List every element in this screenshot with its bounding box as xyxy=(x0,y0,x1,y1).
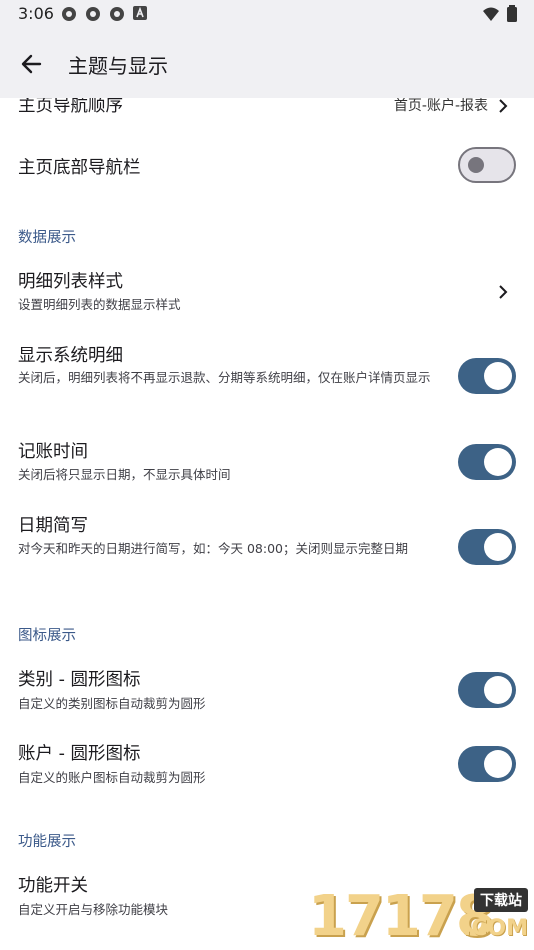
setting-category-round[interactable]: 类别 - 圆形图标 自定义的类别图标自动裁剪为圆形 xyxy=(0,656,534,722)
gear-icon xyxy=(84,5,102,23)
setting-title: 主页底部导航栏 xyxy=(18,158,141,178)
status-time: 3:06 xyxy=(18,4,54,23)
setting-title: 主页导航顺序 xyxy=(18,98,123,116)
setting-account-round[interactable]: 账户 - 圆形图标 自定义的账户图标自动裁剪为圆形 xyxy=(0,730,534,796)
setting-show-system-detail[interactable]: 显示系统明细 关闭后，明细列表将不再显示退款、分期等系统明细，仅在账户详情页显示 xyxy=(0,334,534,420)
wifi-icon xyxy=(482,5,500,27)
setting-title: 明细列表样式 xyxy=(18,272,123,292)
setting-subtitle: 自定义的账户图标自动裁剪为圆形 xyxy=(18,770,206,785)
setting-date-short[interactable]: 日期简写 对今天和昨天的日期进行简写，如：今天 08:00；关闭则显示完整日期 xyxy=(0,506,534,592)
watermark-logo: 17178 下载站 .COM xyxy=(308,884,534,950)
category-round-switch[interactable] xyxy=(458,672,516,708)
switch-knob xyxy=(484,750,512,778)
section-header-icons: 图标展示 xyxy=(18,628,76,644)
chevron-right-icon xyxy=(496,284,510,299)
system-icons xyxy=(482,5,518,27)
setting-title: 账户 - 圆形图标 xyxy=(18,744,141,764)
setting-title: 记账时间 xyxy=(18,442,88,462)
setting-subtitle: 对今天和昨天的日期进行简写，如：今天 08:00；关闭则显示完整日期 xyxy=(18,541,408,556)
switch-knob xyxy=(484,362,512,390)
setting-home-nav-order[interactable]: 主页导航顺序 首页-账户-报表 xyxy=(0,98,534,136)
setting-home-bottom-nav[interactable]: 主页底部导航栏 xyxy=(0,136,534,194)
watermark-suffix: .COM xyxy=(462,916,528,941)
setting-title: 显示系统明细 xyxy=(18,346,123,366)
setting-subtitle: 自定义的类别图标自动裁剪为圆形 xyxy=(18,696,206,711)
section-header-features: 功能展示 xyxy=(18,834,76,850)
setting-subtitle: 设置明细列表的数据显示样式 xyxy=(18,297,181,312)
page-title: 主题与显示 xyxy=(68,54,168,78)
setting-subtitle: 关闭后，明细列表将不再显示退款、分期等系统明细，仅在账户详情页显示 xyxy=(18,370,431,385)
section-header-data: 数据展示 xyxy=(18,230,76,246)
home-bottom-nav-switch[interactable] xyxy=(458,147,516,183)
date-short-switch[interactable] xyxy=(458,529,516,565)
gear-icon xyxy=(60,5,78,23)
arrow-back-icon[interactable] xyxy=(18,50,46,78)
setting-detail-list-style[interactable]: 明细列表样式 设置明细列表的数据显示样式 xyxy=(0,258,534,328)
setting-title: 日期简写 xyxy=(18,516,88,536)
switch-knob xyxy=(484,676,512,704)
notification-icons xyxy=(60,5,150,23)
setting-title: 类别 - 圆形图标 xyxy=(18,670,141,690)
app-bar: 主题与显示 xyxy=(0,28,534,98)
watermark-badge: 下载站 xyxy=(474,888,528,912)
switch-knob xyxy=(484,533,512,561)
battery-icon xyxy=(506,5,518,27)
account-round-switch[interactable] xyxy=(458,746,516,782)
setting-value: 首页-账户-报表 xyxy=(393,98,488,114)
settings-list[interactable]: 主页导航顺序 首页-账户-报表 主页底部导航栏 数据展示 明细列表样式 设置明细… xyxy=(0,98,534,950)
chevron-right-icon xyxy=(496,98,510,113)
gear-icon xyxy=(108,5,126,23)
a-badge-icon xyxy=(132,5,150,23)
setting-subtitle: 关闭后将只显示日期，不显示具体时间 xyxy=(18,467,231,482)
switch-knob xyxy=(484,448,512,476)
record-time-switch[interactable] xyxy=(458,444,516,480)
setting-record-time[interactable]: 记账时间 关闭后将只显示日期，不显示具体时间 xyxy=(0,428,534,492)
show-system-detail-switch[interactable] xyxy=(458,358,516,394)
status-bar: 3:06 xyxy=(0,0,534,28)
switch-knob xyxy=(468,157,484,173)
setting-title: 功能开关 xyxy=(18,876,88,896)
